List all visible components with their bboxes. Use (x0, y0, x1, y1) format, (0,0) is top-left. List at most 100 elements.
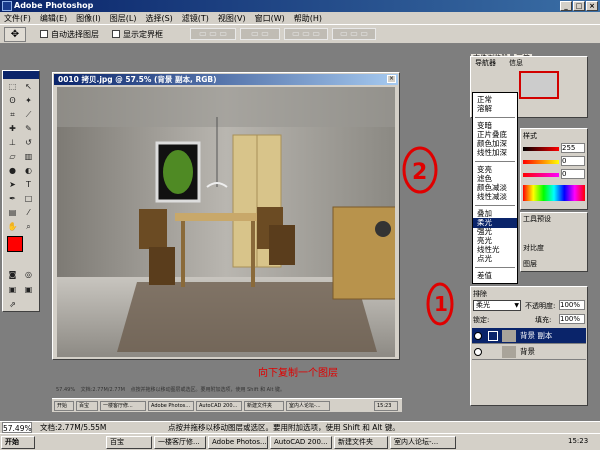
separator (475, 117, 515, 118)
color-ramp[interactable] (523, 185, 585, 201)
close-button[interactable]: × (586, 1, 598, 11)
taskbar-item[interactable]: 一楼客厅修... (154, 436, 206, 449)
tab-navigator[interactable]: 导航器 (475, 58, 496, 68)
image-canvas[interactable] (57, 87, 395, 357)
taskbar-item[interactable]: Adobe Photos... (208, 436, 268, 449)
taskbar-item[interactable]: AutoCAD 200... (270, 436, 332, 449)
lasso-tool-icon[interactable]: ʘ (7, 95, 18, 106)
zoom-tool-icon[interactable]: ⌕ (23, 221, 34, 232)
blur-tool-icon[interactable]: ● (7, 165, 18, 176)
annotation-step1: 1 (434, 292, 448, 316)
clone-stamp-icon[interactable]: ⊥ (7, 137, 18, 148)
opacity-field[interactable]: 100% (559, 300, 585, 310)
distribute-buttons-group-2[interactable]: ▭ ▭ ▭ (332, 28, 376, 40)
blend-exclusion-label[interactable]: 排除 (473, 289, 487, 299)
dodge-tool-icon[interactable]: ◐ (23, 165, 34, 176)
brush-tool-icon[interactable]: ✎ (23, 123, 34, 134)
layer-name: 背景 (520, 347, 535, 356)
eyedropper-icon[interactable]: ⁄ (23, 207, 34, 218)
blend-pin-light[interactable]: 点光 (477, 254, 492, 264)
menu-edit[interactable]: 编辑(E) (40, 13, 67, 24)
foreground-color-swatch[interactable] (7, 236, 23, 252)
maximize-button[interactable]: □ (573, 1, 585, 11)
annotation-step2: 2 (412, 160, 428, 185)
separator (475, 161, 515, 162)
blue-value[interactable]: 0 (561, 169, 585, 179)
tab-info[interactable]: 信息 (509, 58, 523, 68)
red-value[interactable]: 255 (561, 143, 585, 153)
healing-brush-icon[interactable]: ✚ (7, 123, 18, 134)
auto-select-checkbox[interactable] (40, 30, 48, 38)
eye-icon[interactable] (474, 348, 482, 356)
app-title: Adobe Photoshop (14, 1, 94, 10)
crop-tool-icon[interactable]: ⌗ (7, 109, 18, 120)
hand-tool-icon[interactable]: ✋ (7, 221, 18, 232)
menu-image[interactable]: 图像(I) (76, 13, 101, 24)
bounding-box-label: 显示定界框 (123, 30, 163, 39)
annotation-copy-down: 向下复制一个图层 (258, 368, 338, 379)
blend-mode-dropdown[interactable]: 正常 溶解 变暗 正片叠底 颜色加深 线性加深 变亮 滤色 颜色减淡 线性减淡 … (472, 92, 518, 284)
blend-linear-burn[interactable]: 线性加深 (477, 148, 507, 158)
chevron-down-icon: ▼ (514, 302, 519, 309)
color-panel-title: 样式 (523, 132, 537, 140)
taskbar-item[interactable]: 室内人论坛-... (390, 436, 456, 449)
separator (475, 205, 515, 206)
menu-layer[interactable]: 图层(L) (110, 13, 137, 24)
layer-row[interactable]: 背景 副本 (472, 328, 586, 344)
inner-taskbar: 开始 百宝 一楼客厅修... Adobe Photos... AutoCAD 2… (52, 398, 402, 412)
pen-tool-icon[interactable]: ✒ (7, 193, 18, 204)
move-tool-icon[interactable]: ✥ (4, 27, 26, 42)
bounding-box-checkbox[interactable] (112, 30, 120, 38)
tab-tool-presets[interactable]: 工具预设 (523, 214, 551, 224)
taskbar-item[interactable]: 新建文件夹 (334, 436, 388, 449)
fill-field[interactable]: 100% (559, 314, 585, 324)
jump-to-imageready-icon[interactable]: ⇗ (7, 299, 18, 310)
marquee-tool-icon[interactable]: ⬚ (7, 81, 18, 92)
zoom-field[interactable]: 57.49% (2, 422, 32, 433)
document-close-button[interactable]: × (387, 75, 396, 83)
inner-task-4: AutoCAD 200... (196, 401, 242, 411)
menu-view[interactable]: 视图(V) (218, 13, 246, 24)
eye-icon[interactable] (474, 332, 482, 340)
magic-wand-icon[interactable]: ✦ (23, 95, 34, 106)
type-tool-icon[interactable]: T (23, 179, 34, 190)
collapsed-panels: 工具预设 对比度 图层 (520, 212, 588, 272)
menu-help[interactable]: 帮助(H) (294, 13, 322, 24)
menu-window[interactable]: 窗口(W) (255, 13, 285, 24)
menu-select[interactable]: 选择(S) (145, 13, 172, 24)
blend-dissolve[interactable]: 溶解 (477, 104, 492, 114)
taskbar-item[interactable]: 百宝 (106, 436, 152, 449)
screen-mode-icon[interactable]: ▣ (7, 284, 18, 295)
menu-filter[interactable]: 滤镜(T) (182, 13, 209, 24)
align-buttons-group[interactable]: ▭ ▭ ▭ (190, 28, 236, 40)
blue-slider[interactable] (523, 173, 559, 177)
menu-file[interactable]: 文件(F) (4, 13, 31, 24)
fullscreen-mode-icon[interactable]: ▣ (23, 284, 34, 295)
shape-tool-icon[interactable]: □ (23, 193, 34, 204)
standard-mode-icon[interactable]: ◙ (7, 269, 18, 280)
eraser-tool-icon[interactable]: ▱ (7, 151, 18, 162)
history-brush-icon[interactable]: ↺ (23, 137, 34, 148)
align-buttons-group-2[interactable]: ▭ ▭ (240, 28, 280, 40)
green-value[interactable]: 0 (561, 156, 585, 166)
slice-tool-icon[interactable]: ⟋ (23, 109, 34, 120)
blend-linear-dodge[interactable]: 线性减淡 (477, 192, 507, 202)
layer-row[interactable]: 背景 (472, 344, 586, 360)
blend-difference[interactable]: 差值 (477, 271, 492, 281)
quick-mask-icon[interactable]: ◎ (23, 269, 34, 280)
notes-tool-icon[interactable]: ▤ (7, 207, 18, 218)
green-slider[interactable] (523, 160, 559, 164)
document-size[interactable]: 文档:2.77M/5.55M (40, 422, 106, 433)
gradient-tool-icon[interactable]: ▥ (23, 151, 34, 162)
path-select-icon[interactable]: ➤ (7, 179, 18, 190)
minimize-button[interactable]: _ (560, 1, 572, 11)
start-button[interactable]: 开始 (1, 436, 35, 449)
distribute-buttons-group[interactable]: ▭ ▭ ▭ (284, 28, 328, 40)
inner-start-button: 开始 (54, 401, 74, 411)
red-slider[interactable] (523, 147, 559, 151)
navigator-thumbnail[interactable] (519, 71, 559, 99)
lock-label: 锁定: (473, 316, 490, 324)
inner-hint: 点按并拖移以移动图层或选区。要用附加选项，使用 Shift 和 Alt 键。 (130, 387, 286, 393)
blend-mode-select[interactable]: 柔光 ▼ (473, 300, 521, 311)
move-tool-icon[interactable]: ↖ (23, 81, 34, 92)
